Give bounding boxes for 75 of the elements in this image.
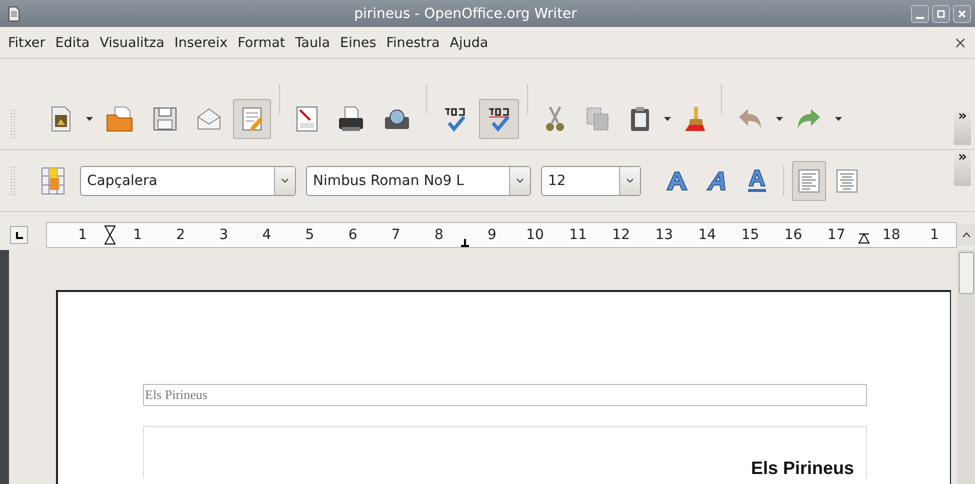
scrollbar-thumb[interactable]: [959, 252, 974, 294]
printer-icon: [336, 105, 366, 133]
ruler-number: 4: [261, 227, 272, 243]
toolbar-overflow-button[interactable]: »: [954, 109, 971, 145]
menu-item[interactable]: Visualitza: [94, 34, 170, 50]
text-area[interactable]: Els Pirineus: [143, 426, 867, 478]
vertical-scrollbar[interactable]: [957, 250, 975, 484]
ruler-number: 12: [611, 227, 631, 243]
indent-marker-icon[interactable]: [104, 225, 116, 245]
folder-icon: [105, 105, 135, 133]
ruler-number: 1: [132, 227, 144, 243]
ruler-number: 1: [77, 227, 88, 243]
align-center-icon: [836, 168, 858, 192]
maximize-button[interactable]: [932, 4, 950, 22]
maximize-icon: [936, 8, 946, 18]
ruler-number: 1: [928, 227, 940, 243]
toolbar-grip[interactable]: [10, 166, 16, 196]
menu-item[interactable]: Format: [232, 34, 290, 50]
tab-marker-icon[interactable]: [460, 239, 470, 247]
ruler-number: 16: [783, 227, 804, 243]
minimize-button[interactable]: [911, 4, 929, 22]
ruler-number: 17: [826, 227, 846, 243]
chevron-down-icon: [516, 178, 524, 183]
ruler-number: 14: [697, 227, 718, 243]
dropdown-arrow-icon[interactable]: [776, 117, 783, 121]
bold-letter-icon: [665, 168, 689, 192]
window-title: pirineus - OpenOffice.org Writer: [353, 6, 578, 22]
ruler-number: 11: [568, 227, 588, 243]
close-button[interactable]: [953, 4, 971, 22]
ruler-number: 5: [304, 227, 316, 243]
autospell-button[interactable]: [479, 99, 519, 139]
ruler-number: 3: [218, 227, 230, 243]
paragraph-style-dropdown[interactable]: Capçalera: [80, 166, 296, 196]
dropdown-arrow-icon[interactable]: [664, 117, 671, 121]
document-icon: [8, 6, 20, 22]
document-heading: Els Pirineus: [750, 458, 854, 478]
font-size-dropdown[interactable]: 12: [541, 166, 641, 196]
menu-item[interactable]: Edita: [50, 34, 95, 50]
toolbar-overflow-button[interactable]: »: [954, 150, 971, 186]
ruler-number: 6: [347, 227, 358, 243]
ruler-number: 18: [881, 227, 902, 243]
ruler-number: 15: [740, 227, 760, 243]
chevron-down-icon: [281, 178, 289, 183]
underlined-letter-icon: [745, 168, 769, 194]
ruler-number: 13: [654, 227, 674, 243]
minimize-icon: [916, 16, 924, 18]
align-left-icon: [798, 168, 820, 192]
ruler-number: 8: [433, 227, 444, 243]
chevron-up-icon: [962, 232, 970, 238]
ruler-number: 10: [525, 227, 545, 243]
ruler-number: 9: [486, 227, 498, 243]
scroll-up-button[interactable]: [957, 224, 975, 246]
tab-type-button[interactable]: [10, 226, 28, 244]
menu-item[interactable]: Insereix: [169, 34, 233, 50]
menu-item[interactable]: Eines: [335, 34, 382, 50]
horizontal-ruler[interactable]: 1 1 2 3 4 5 6 7 8 9 10 11 12 13 14 15 16 17 18 1: [46, 222, 957, 248]
corner-tab-icon: [14, 230, 24, 240]
dropdown-arrow-icon[interactable]: [86, 117, 93, 121]
toolbar-grip[interactable]: [10, 109, 16, 139]
ruler-number: 7: [390, 227, 402, 243]
chevron-down-icon: [626, 178, 634, 183]
header-text[interactable]: Els Pirineus: [143, 384, 867, 406]
align-left-button[interactable]: [792, 160, 826, 200]
close-icon: [957, 8, 967, 18]
menu-item[interactable]: Fitxer: [8, 34, 50, 50]
edit-button[interactable]: [233, 99, 271, 139]
menu-item[interactable]: Ajuda: [444, 34, 494, 50]
close-document-button[interactable]: ×: [954, 33, 967, 52]
menu-item[interactable]: Taula: [290, 34, 336, 50]
font-name-dropdown[interactable]: Nimbus Roman No9 L: [306, 166, 531, 196]
ruler-number: 2: [175, 227, 186, 243]
paintbrush-icon: [683, 105, 707, 133]
menu-item[interactable]: Finestra: [381, 34, 445, 50]
dropdown-arrow-icon[interactable]: [835, 117, 842, 121]
clipboard-icon: [628, 105, 652, 133]
